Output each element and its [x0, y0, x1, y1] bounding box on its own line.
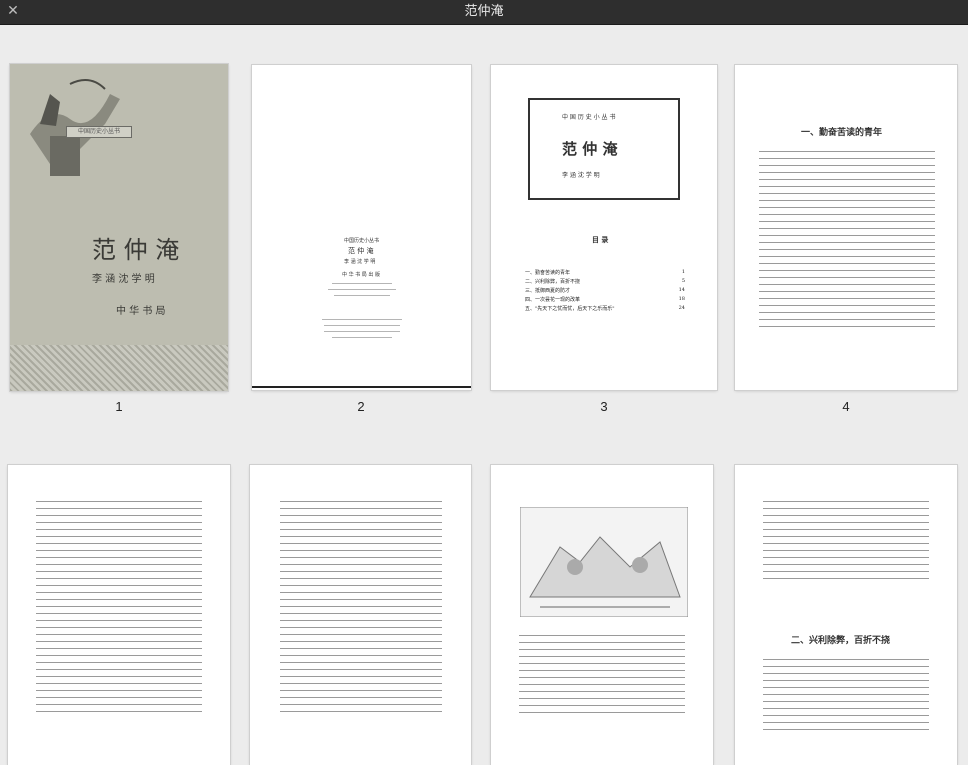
page-number-4: 4 [842, 399, 850, 414]
toc-item[interactable]: 三、抵御西夏的防才 14 [525, 287, 685, 296]
p8-heading: 二、兴利除弊，百折不挠 [791, 636, 891, 646]
page-thumbnail-7[interactable] [491, 465, 713, 765]
p4-body-text [759, 151, 935, 333]
title-bar: ✕ 范仲淹 [0, 0, 968, 25]
page-number-2: 2 [357, 399, 365, 414]
thumbnail-grid: 中国历史小丛书 范 仲 淹 李 涵 沈 学 明 中 华 书 局 1 中国历史小丛… [0, 24, 968, 765]
p2-title: 范 仲 淹 [348, 247, 374, 255]
window-title: 范仲淹 [464, 4, 504, 19]
page-thumbnail-3[interactable]: 中 国 历 史 小 丛 书 范 仲 淹 李 涵 沈 学 明 目 录 一、勤奋苦读… [491, 65, 717, 390]
p7-illustration [520, 507, 688, 617]
toc-item[interactable]: 一、勤奋苦读的青年 1 [525, 269, 685, 278]
page-number-3: 3 [600, 399, 608, 414]
cover-pattern-band [10, 345, 228, 391]
toc-list: 一、勤奋苦读的青年 1 二、兴利除弊，百折不挠 5 三、抵御西夏的防才 14 四、一次… [525, 269, 685, 314]
page-thumbnail-6[interactable] [250, 465, 471, 765]
p3-authors: 李 涵 沈 学 明 [562, 172, 600, 179]
toc-item[interactable]: 四、一次昙花一现的改革 18 [525, 296, 685, 305]
page-thumbnail-4[interactable]: 一、勤奋苦读的青年 [735, 65, 957, 390]
toc-heading: 目 录 [592, 235, 609, 244]
toc-item[interactable]: 五、"先天下之忧而忧，后天下之乐而乐" 24 [525, 305, 685, 314]
page-thumbnail-8[interactable]: 二、兴利除弊，百折不挠 [735, 465, 957, 765]
p7-body-text [519, 635, 685, 719]
cover-publisher: 中 华 书 局 [116, 306, 166, 317]
p3-title: 范 仲 淹 [562, 140, 618, 158]
page-number-1: 1 [115, 399, 123, 414]
page-thumbnail-5[interactable] [8, 465, 230, 765]
p6-body-text [280, 501, 442, 718]
p3-title-box: 中 国 历 史 小 丛 书 范 仲 淹 李 涵 沈 学 明 [528, 98, 680, 200]
toc-item[interactable]: 二、兴利除弊，百折不挠 5 [525, 278, 685, 287]
cover-title: 范 仲 淹 [92, 236, 180, 264]
p3-series: 中 国 历 史 小 丛 书 [562, 114, 616, 121]
p8-body-text-top [763, 501, 929, 585]
p2-series: 中国历史小丛书 [344, 238, 380, 244]
great-wall-illustration [30, 79, 120, 176]
p8-body-text-bottom [763, 659, 929, 736]
page-thumbnail-2[interactable]: 中国历史小丛书 范 仲 淹 李 涵 沈 学 明 中 华 书 局 出 版 [252, 65, 471, 390]
series-tag: 中国历史小丛书 [66, 126, 132, 138]
p5-body-text [36, 501, 202, 718]
p2-authors: 李 涵 沈 学 明 [344, 259, 376, 265]
p2-publisher: 中 华 书 局 出 版 [342, 272, 380, 278]
p4-heading: 一、勤奋苦读的青年 [801, 128, 883, 138]
page-thumbnail-1[interactable]: 中国历史小丛书 范 仲 淹 李 涵 沈 学 明 中 华 书 局 [10, 64, 228, 391]
cover-authors: 李 涵 沈 学 明 [92, 274, 155, 285]
